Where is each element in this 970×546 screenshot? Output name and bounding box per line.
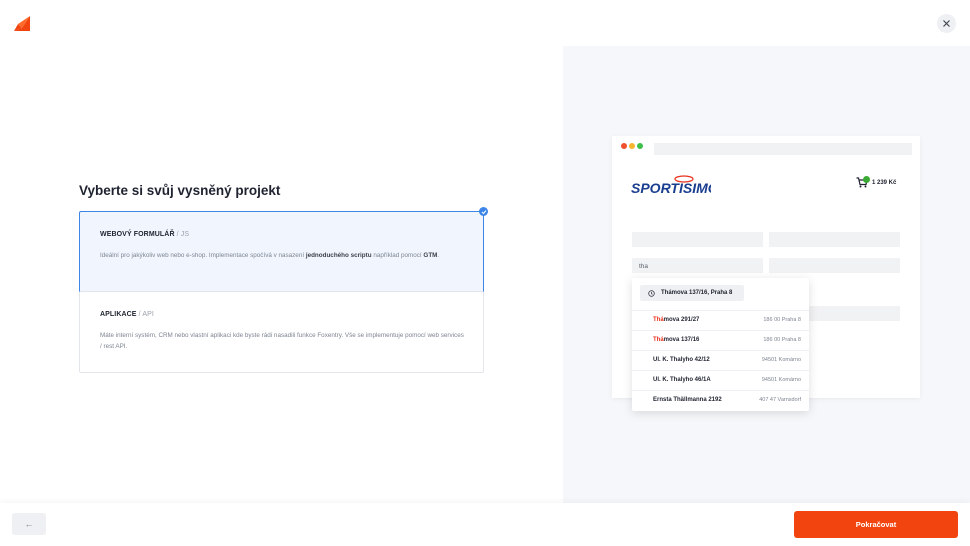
close-icon — [943, 20, 950, 27]
form-field — [769, 258, 900, 273]
window-dot-green — [637, 143, 643, 149]
cart-count-badge — [863, 176, 870, 183]
cz-flag-icon — [640, 338, 646, 344]
window-dot-red — [621, 143, 627, 149]
svg-text:SPORTISIMO: SPORTISIMO — [631, 180, 711, 196]
form-field — [769, 232, 900, 247]
foxentry-logo — [14, 15, 30, 31]
history-icon — [648, 289, 655, 297]
suggestion-row: Ul. K. Thalyho 46/1A 94501 Komárno — [632, 370, 809, 390]
continue-button[interactable]: Pokračovat — [794, 511, 958, 538]
back-button[interactable]: ← — [12, 513, 46, 535]
address-input-value: tha — [639, 263, 649, 270]
close-button[interactable] — [937, 14, 956, 33]
option-web-form[interactable]: WEBOVÝ FORMULÁŘ / JS Ideální pro jakýkol… — [79, 207, 488, 293]
option-description: Máte interní systém, CRM nebo vlastní ap… — [100, 332, 464, 350]
recent-search-chip: Thámova 137/16, Praha 8 — [640, 285, 744, 301]
footer-bar: ← Pokračovat — [0, 503, 970, 546]
arrow-left-icon: ← — [24, 519, 34, 529]
cz-flag-icon — [640, 318, 646, 324]
url-bar — [654, 143, 912, 155]
sk-flag-icon — [640, 358, 646, 364]
page-title: Vyberte si svůj vysněný projekt — [79, 183, 281, 198]
sk-flag-icon — [640, 378, 646, 384]
check-icon — [479, 207, 488, 216]
option-application[interactable]: APLIKACE / API Máte interní systém, CRM … — [79, 291, 484, 373]
cz-flag-icon — [640, 398, 646, 404]
cart-amount: 1 239 Kč — [872, 179, 897, 186]
address-input — [632, 258, 763, 273]
option-title: APLIKACE / API — [100, 311, 154, 318]
option-description: Ideální pro jakýkoliv web nebo e-shop. I… — [100, 252, 440, 259]
suggestion-row: Ernsta Thällmanna 2192 407 47 Varnsdorf — [632, 390, 809, 410]
suggestion-row: Ul. K. Thalyho 42/12 94501 Komárno — [632, 350, 809, 370]
window-dot-yellow — [629, 143, 635, 149]
suggestion-row: Thámova 137/16 186 00 Praha 8 — [632, 330, 809, 350]
option-title: WEBOVÝ FORMULÁŘ / JS — [100, 231, 190, 238]
recent-search-label: Thámova 137/16, Praha 8 — [661, 290, 733, 296]
suggestion-row: Thámova 291/27 186 00 Praha 8 — [632, 310, 809, 330]
sportisimo-logo: SPORTISIMO — [631, 174, 719, 196]
form-field — [632, 232, 763, 247]
